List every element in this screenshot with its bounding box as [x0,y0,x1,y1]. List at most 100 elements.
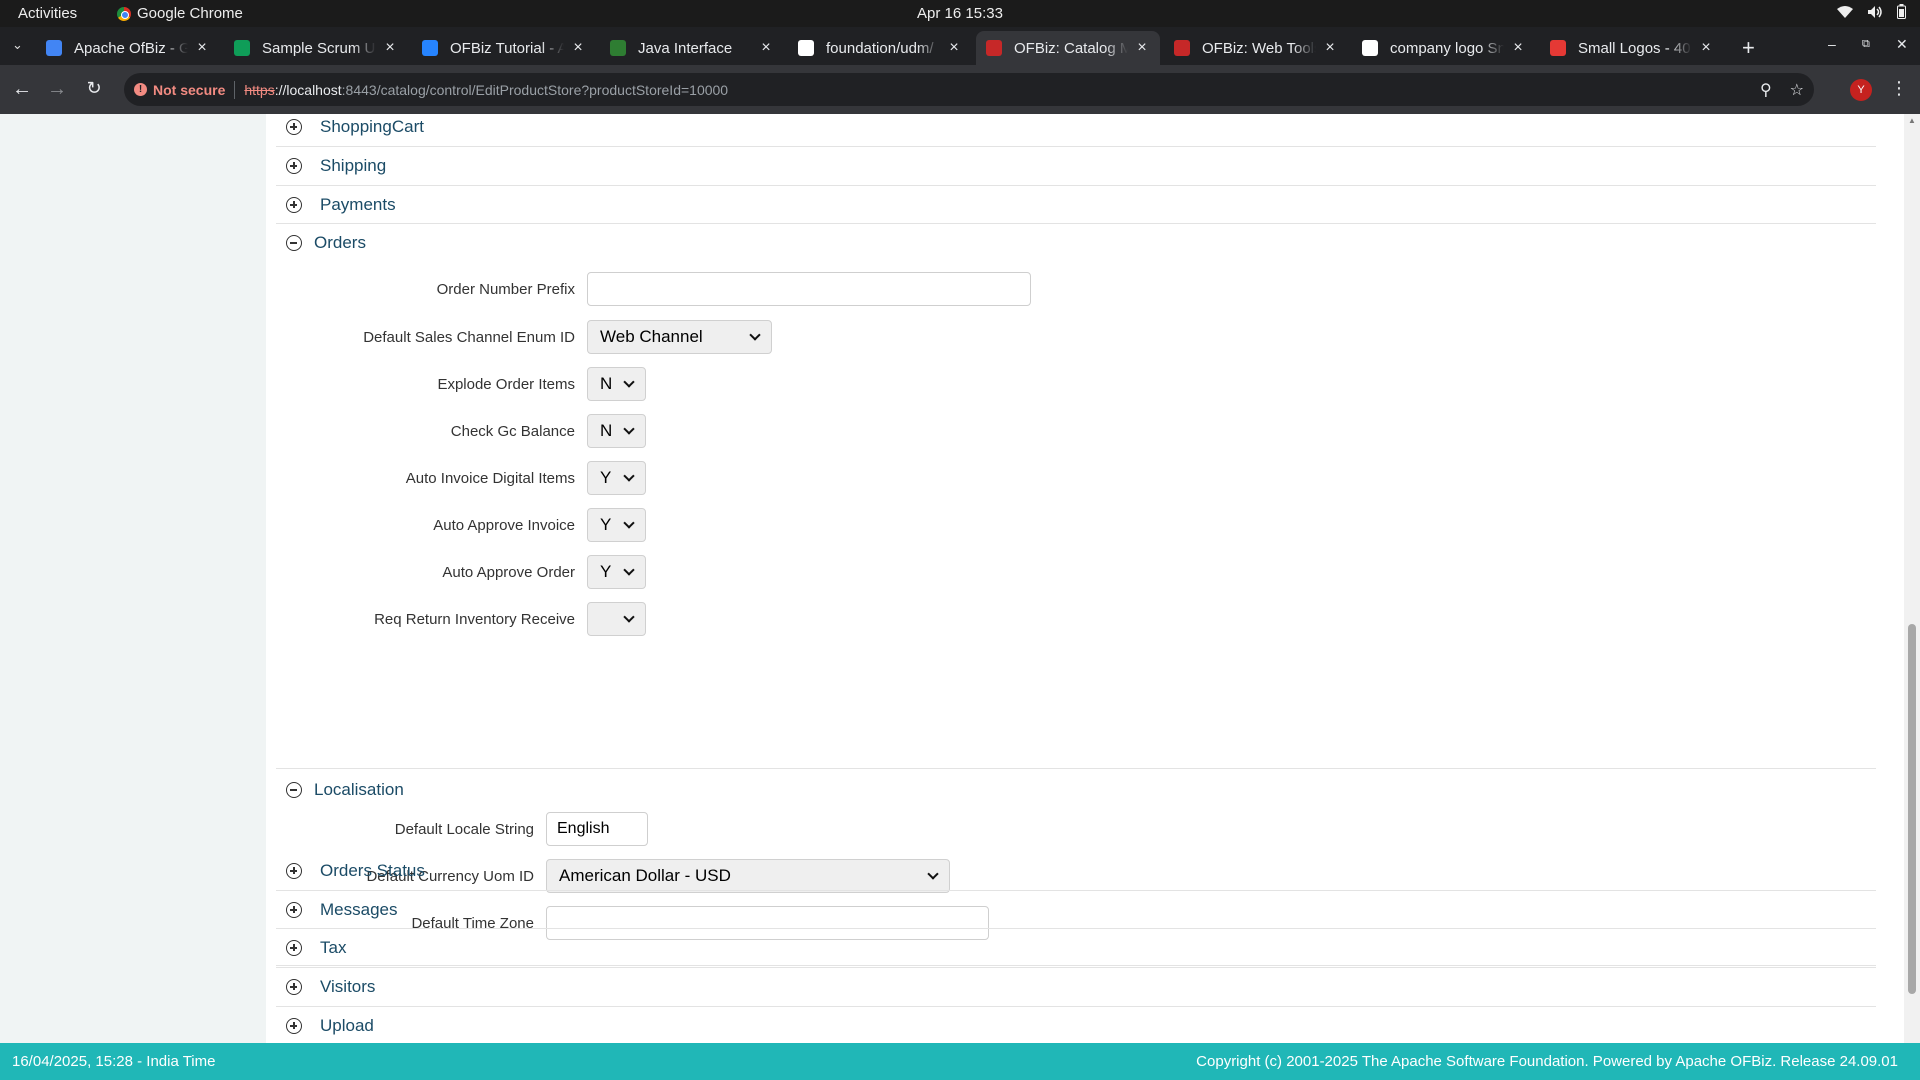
default-sales-channel-row: Default Sales Channel Enum ID Web Channe… [276,320,772,354]
url-host: ://localhost [274,81,342,98]
field-label: Default Sales Channel Enum ID [363,328,575,346]
tab-7[interactable]: OFBiz: Web Tools × [1164,31,1348,65]
tab-close-icon[interactable]: × [1134,39,1150,57]
tab-9[interactable]: Small Logos - 40 × [1540,31,1724,65]
collapse-minus-icon [286,782,302,798]
footer-timestamp: 16/04/2025, 15:28 - India Time [12,1053,216,1070]
section-header-upload[interactable]: Upload [276,1007,1876,1043]
auto-invoice-digital-row: Auto Invoice Digital Items Y [276,461,646,495]
check-gc-balance-row: Check Gc Balance N [276,414,646,448]
tab-close-icon[interactable]: × [1510,39,1526,57]
zoom-icon[interactable]: ⚲ [1760,80,1772,100]
auto-approve-order-select[interactable]: Y [587,555,646,589]
clock[interactable]: Apr 16 15:33 [0,5,1920,22]
restore-icon[interactable]: ⧉ [1862,38,1870,51]
tab-close-icon[interactable]: × [194,39,210,57]
expand-plus-icon [286,902,302,918]
security-indicator[interactable]: ! Not secure [134,82,225,98]
sheets-icon [234,40,250,56]
warning-icon: ! [134,83,147,96]
volume-icon [1868,5,1882,18]
page-footer: 16/04/2025, 15:28 - India Time Copyright… [0,1043,1920,1080]
tab-title: foundation/udm/ [826,39,934,57]
forward-arrow-icon[interactable]: → [45,78,69,101]
section-upload: Upload [276,1007,1876,1043]
section-header-shopping-cart[interactable]: ShoppingCart [276,114,1876,146]
section-messages: Messages [276,891,1876,929]
reload-icon[interactable]: ↻ [82,78,106,99]
confluence-icon [422,40,438,56]
auto-approve-invoice-row: Auto Approve Invoice Y [276,508,646,542]
auto-approve-invoice-select[interactable]: Y [587,508,646,542]
tab-title: OFBiz: Catalog M [1014,39,1128,57]
scroll-up-arrow-icon[interactable]: ▲ [1908,116,1916,125]
section-header-shipping[interactable]: Shipping [276,147,1876,185]
section-header-messages[interactable]: Messages [276,891,1876,929]
bookmark-star-icon[interactable]: ☆ [1790,80,1804,100]
tab-close-icon[interactable]: × [382,39,398,57]
expand-plus-icon [286,197,302,213]
system-tray[interactable] [1837,4,1906,19]
expand-plus-icon [286,979,302,995]
select-value: Y [600,468,612,487]
order-number-prefix-row: Order Number Prefix [276,272,1031,306]
order-number-prefix-input[interactable] [587,272,1031,306]
explode-order-items-row: Explode Order Items N [276,367,646,401]
tab-search-chevron-icon[interactable]: ⌄ [12,37,28,53]
page-viewport: ShoppingCart Shipping Payments Orders Or… [0,114,1920,1043]
section-visitors: Visitors [276,968,1876,1007]
select-value: N [600,421,613,440]
req-return-inventory-select[interactable] [587,602,646,636]
section-header-tax[interactable]: Tax [276,929,1876,967]
section-title: Payments [320,195,396,214]
section-shipping: Shipping [276,147,1876,186]
section-orders-status: Orders Status [276,852,1876,891]
field-label: Auto Invoice Digital Items [405,469,575,487]
expand-plus-icon [286,158,302,174]
google-icon [1362,40,1378,56]
tab-close-icon[interactable]: × [758,39,774,57]
tab-6[interactable]: OFBiz: Catalog M × [976,31,1160,65]
explode-order-items-select[interactable]: N [587,367,646,401]
browser-menu-icon[interactable]: ⋮ [1890,78,1908,99]
tab-close-icon[interactable]: × [946,39,962,57]
tab-8[interactable]: company logo Sn × [1352,31,1536,65]
tab-4[interactable]: Java Interface × [600,31,784,65]
tab-close-icon[interactable]: × [1698,39,1714,57]
section-header-payments[interactable]: Payments [276,186,1876,224]
tab-2[interactable]: Sample Scrum Up × [224,31,408,65]
auto-approve-order-row: Auto Approve Order Y [276,555,646,589]
tab-5[interactable]: foundation/udm/ × [788,31,972,65]
auto-invoice-digital-select[interactable]: Y [587,461,646,495]
section-header-orders-status[interactable]: Orders Status [276,852,1876,890]
tab-close-icon[interactable]: × [1322,39,1338,57]
check-gc-balance-select[interactable]: N [587,414,646,448]
wifi-icon [1837,5,1853,18]
section-header-visitors[interactable]: Visitors [276,968,1876,1006]
section-title: Upload [320,1016,374,1035]
default-locale-input[interactable]: English [546,812,648,846]
profile-avatar[interactable]: Y [1850,79,1872,101]
page-scrollbar[interactable]: ▲ [1904,114,1920,1043]
tab-close-icon[interactable]: × [570,39,586,57]
section-tax: Tax [276,929,1876,968]
ofbiz-icon [986,40,1002,56]
tab-1[interactable]: Apache OfBiz - G × [36,31,220,65]
select-value: Y [600,562,612,581]
scrollbar-thumb[interactable] [1908,624,1916,994]
default-sales-channel-select[interactable]: Web Channel [587,320,772,354]
section-header-orders[interactable]: Orders [276,224,1876,262]
tab-3[interactable]: OFBiz Tutorial - A × [412,31,596,65]
url-text[interactable]: https://localhost:8443/catalog/control/E… [244,82,728,98]
system-top-bar: Activities Google Chrome Apr 16 15:33 [0,0,1920,27]
address-bar[interactable]: ! Not secure https://localhost:8443/cata… [124,73,1814,106]
back-arrow-icon[interactable]: ← [10,78,34,101]
new-tab-button[interactable]: + [1742,35,1755,61]
field-label: Default Locale String [394,820,534,838]
browser-toolbar: ← → ↻ ! Not secure https://localhost:844… [0,65,1920,114]
expand-plus-icon [286,863,302,879]
minimize-icon[interactable]: – [1828,36,1836,52]
section-header-localisation[interactable]: Localisation [276,771,1876,809]
chevron-down-icon [623,611,635,623]
close-window-icon[interactable]: ✕ [1896,36,1908,53]
